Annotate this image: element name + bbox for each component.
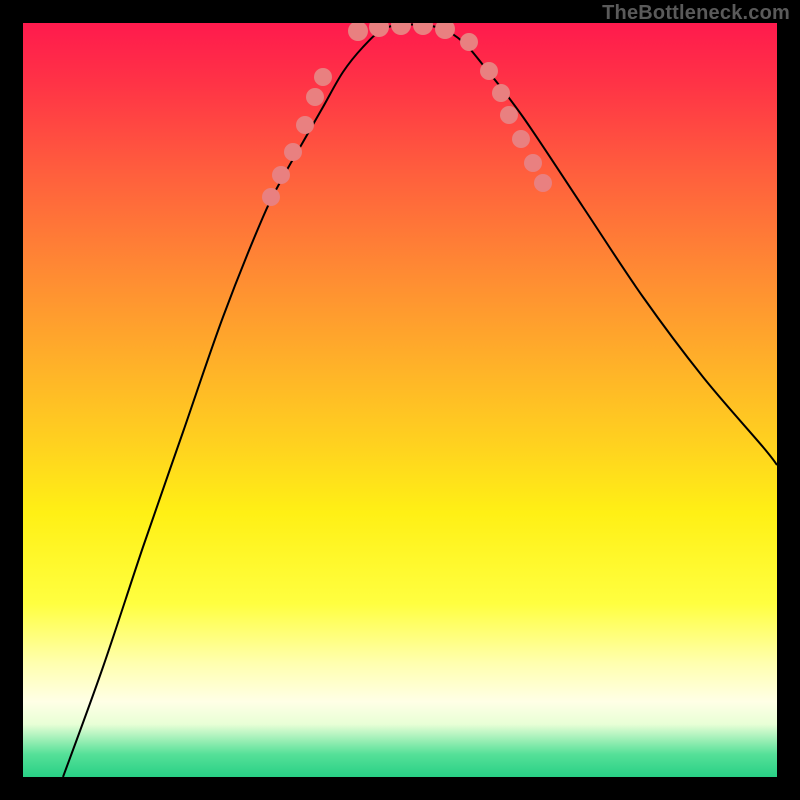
data-marker (296, 116, 314, 134)
data-marker (512, 130, 530, 148)
data-marker (306, 88, 324, 106)
data-marker (413, 23, 433, 35)
data-marker (480, 62, 498, 80)
data-marker (284, 143, 302, 161)
data-marker (524, 154, 542, 172)
data-marker (369, 23, 389, 37)
data-marker (460, 33, 478, 51)
chart-svg (23, 23, 777, 777)
watermark-text: TheBottleneck.com (602, 2, 790, 25)
data-markers-group (262, 23, 552, 206)
data-marker (492, 84, 510, 102)
bottleneck-curve (63, 24, 777, 777)
data-marker (391, 23, 411, 35)
data-marker (500, 106, 518, 124)
data-marker (262, 188, 280, 206)
data-marker (435, 23, 455, 39)
data-marker (534, 174, 552, 192)
data-marker (272, 166, 290, 184)
chart-plot-area (23, 23, 777, 777)
data-marker (348, 23, 368, 41)
data-marker (314, 68, 332, 86)
